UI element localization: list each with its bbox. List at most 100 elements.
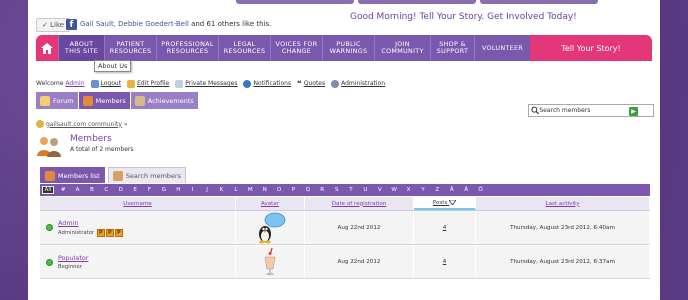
tab-members[interactable]: Members bbox=[78, 92, 130, 109]
column-posts[interactable]: Posts bbox=[414, 197, 476, 210]
quotes-link[interactable]: Quotes bbox=[304, 80, 325, 87]
letter-filter[interactable]: C bbox=[99, 187, 113, 193]
tab-achievements-label: Achievements bbox=[147, 96, 194, 105]
nav-professional-resources[interactable]: PROFESSIONAL RESOURCES bbox=[156, 35, 218, 61]
tab-achievements[interactable]: Achievements bbox=[130, 92, 198, 109]
letter-filter[interactable]: N bbox=[257, 187, 271, 193]
member-name-link[interactable]: Populator bbox=[58, 254, 88, 262]
like-label: Like bbox=[50, 21, 65, 29]
letter-filter[interactable]: Å bbox=[445, 187, 459, 193]
tab-search-members[interactable]: Search members bbox=[107, 167, 186, 183]
letter-filter[interactable]: B bbox=[85, 187, 99, 193]
greeting-text: Good Morning! Tell Your Story. Get Invol… bbox=[350, 12, 577, 22]
tux-avatar-icon[interactable] bbox=[253, 212, 287, 244]
cell-registration-date: Aug 22nd 2012 bbox=[305, 246, 414, 278]
milkshake-avatar-icon[interactable] bbox=[260, 247, 280, 277]
letter-filter[interactable]: X bbox=[401, 187, 415, 193]
user-search-icon bbox=[112, 170, 123, 181]
quote-icon: ❝ bbox=[297, 79, 302, 88]
administration-link[interactable]: Administration bbox=[341, 80, 385, 87]
letter-filter[interactable]: W bbox=[387, 187, 401, 193]
letter-filter[interactable]: R bbox=[315, 187, 329, 193]
letter-filter[interactable]: G bbox=[157, 187, 171, 193]
letter-filter[interactable]: I bbox=[186, 187, 200, 193]
private-messages-link[interactable]: Private Messages bbox=[185, 80, 237, 87]
letter-filter[interactable]: Ö bbox=[473, 187, 487, 193]
letter-filter-all[interactable]: All bbox=[42, 186, 54, 194]
letter-filter[interactable]: V bbox=[373, 187, 387, 193]
breadcrumb: gailsault.com community » bbox=[36, 120, 128, 128]
letter-filter[interactable]: U bbox=[358, 187, 372, 193]
breadcrumb-community-link[interactable]: gailsault.com community bbox=[46, 121, 122, 128]
cell-last-activity: Thursday, August 23rd 2012, 6:40am bbox=[476, 211, 650, 244]
letter-filter[interactable]: Ä bbox=[459, 187, 473, 193]
letter-filter[interactable]: # bbox=[56, 187, 70, 193]
letter-filter[interactable]: S bbox=[329, 187, 343, 193]
cell-posts: 4 bbox=[414, 246, 476, 278]
cell-avatar bbox=[236, 246, 305, 278]
trophy-icon bbox=[134, 95, 145, 106]
top-tab[interactable] bbox=[480, 0, 598, 4]
tab-members-label: Members bbox=[95, 96, 126, 105]
nav-volunteer[interactable]: VOLUNTEER bbox=[474, 35, 530, 61]
logout-link[interactable]: Logout bbox=[101, 80, 122, 87]
letter-filter[interactable]: O bbox=[272, 187, 286, 193]
messages-icon bbox=[175, 79, 184, 88]
letter-filter[interactable]: Y bbox=[416, 187, 430, 193]
letter-filter[interactable]: L bbox=[229, 187, 243, 193]
tab-forum[interactable]: Forum bbox=[36, 92, 78, 109]
users-icon bbox=[45, 170, 55, 181]
nav-tooltip: About Us bbox=[94, 60, 132, 72]
tab-members-list[interactable]: Members list bbox=[40, 167, 105, 183]
edit-profile-link[interactable]: Edit Profile bbox=[137, 80, 169, 87]
top-tab[interactable] bbox=[358, 0, 476, 4]
letter-filter[interactable]: J bbox=[200, 187, 214, 193]
letter-filter[interactable]: P bbox=[286, 187, 300, 193]
nav-legal-resources[interactable]: LEGAL RESOURCES bbox=[218, 35, 270, 61]
letter-filter[interactable]: D bbox=[114, 187, 128, 193]
like-names[interactable]: Gail Sault, Debbie Goedert-Bell bbox=[80, 20, 189, 28]
posts-link[interactable]: 4 bbox=[443, 259, 447, 265]
cell-posts: 4 bbox=[414, 211, 476, 244]
letter-filter[interactable]: Q bbox=[301, 187, 315, 193]
letter-filter-bar: All # A B C D E F G H I J K L M N O P Q R S T U V W X Y Z Å Ä Ö bbox=[40, 184, 650, 196]
nav-about[interactable]: ABOUT THIS SITE bbox=[58, 35, 104, 61]
letter-filter[interactable]: F bbox=[142, 187, 156, 193]
column-username[interactable]: Username bbox=[40, 197, 236, 210]
letter-filter[interactable]: T bbox=[344, 187, 358, 193]
facebook-like-button[interactable]: ✓ Like bbox=[36, 18, 71, 32]
nav-public-warnings[interactable]: PUBLIC WARNINGS bbox=[322, 35, 374, 61]
posts-link[interactable]: 4 bbox=[443, 225, 447, 231]
top-tab[interactable] bbox=[236, 0, 354, 4]
letter-filter[interactable]: E bbox=[128, 187, 142, 193]
nav-voices-for-change[interactable]: VOICES FOR CHANGE bbox=[270, 35, 322, 61]
cell-last-activity: Thursday, August 23rd 2012, 6:37am bbox=[476, 246, 650, 278]
breadcrumb-separator: » bbox=[123, 120, 128, 128]
nav-join-community[interactable]: JOIN COMMUNITY bbox=[374, 35, 430, 61]
nav-patient-resources[interactable]: PATIENT RESOURCES bbox=[104, 35, 156, 61]
letter-filter[interactable]: A bbox=[70, 187, 84, 193]
page: ✓ Like f Gail Sault, Debbie Goedert-Bell… bbox=[28, 0, 660, 300]
tell-your-story-button[interactable]: Tell Your Story! bbox=[530, 35, 652, 61]
nav-shop-support[interactable]: SHOP & SUPPORT bbox=[430, 35, 474, 61]
rank-badge-icon: P bbox=[96, 228, 105, 237]
tab-forum-label: Forum bbox=[53, 96, 74, 105]
members-group-icon bbox=[37, 137, 61, 157]
cell-registration-date: Aug 22nd 2012 bbox=[305, 211, 414, 244]
column-last-activity[interactable]: Last activity bbox=[476, 197, 650, 210]
folder-icon bbox=[40, 95, 50, 106]
members-table: Username Avatar Date of registration Pos… bbox=[40, 197, 650, 279]
username-link[interactable]: Admin bbox=[65, 80, 84, 87]
online-status-icon bbox=[46, 224, 53, 231]
column-date[interactable]: Date of registration bbox=[305, 197, 414, 210]
column-avatar[interactable]: Avatar bbox=[236, 197, 305, 210]
cell-avatar bbox=[236, 211, 305, 244]
letter-filter[interactable]: M bbox=[243, 187, 257, 193]
letter-filter[interactable]: K bbox=[214, 187, 228, 193]
member-name-link[interactable]: Admin bbox=[58, 219, 123, 227]
search-submit-button[interactable]: ▶ bbox=[629, 107, 638, 116]
letter-filter[interactable]: Z bbox=[430, 187, 444, 193]
notifications-link[interactable]: Notifications bbox=[253, 80, 291, 87]
home-button[interactable] bbox=[36, 35, 58, 61]
letter-filter[interactable]: H bbox=[171, 187, 185, 193]
